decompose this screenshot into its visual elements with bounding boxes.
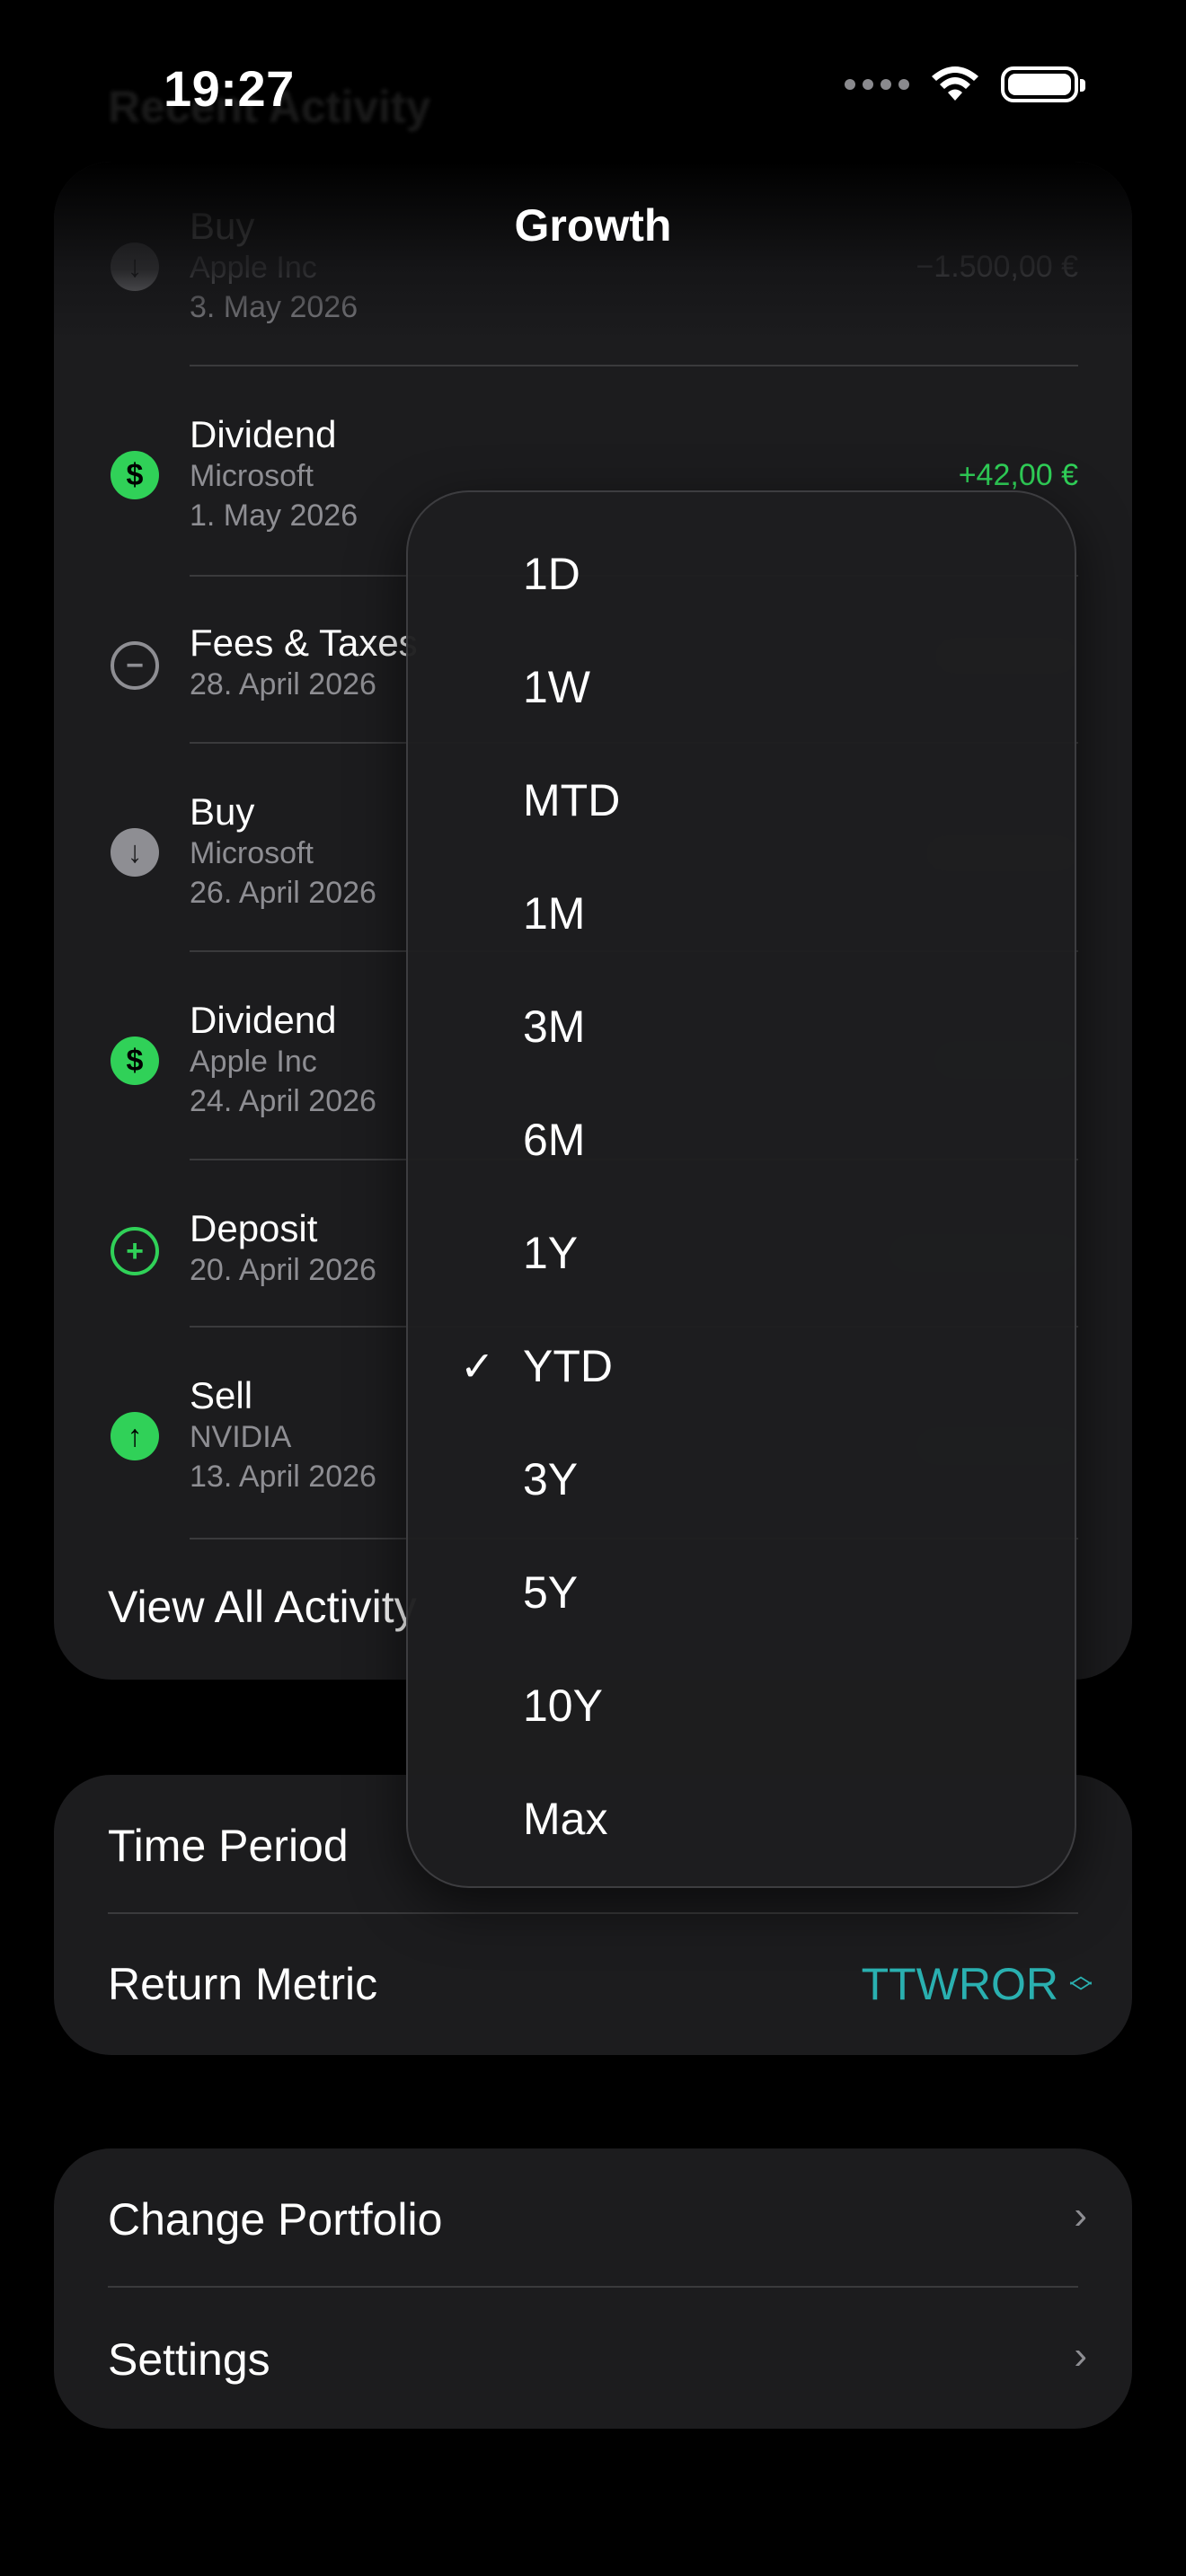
return-metric-label: Return Metric (108, 1959, 378, 2009)
status-icons (845, 65, 1085, 104)
time-period-option[interactable]: 3Y (408, 1423, 1075, 1536)
activity-title: Dividend (190, 999, 337, 1041)
arrow-down-icon: ↓ (111, 828, 159, 877)
plus-circle-icon: + (111, 1227, 159, 1275)
time-period-option[interactable]: 10Y (408, 1649, 1075, 1762)
activity-title: Sell (190, 1374, 253, 1416)
chevron-up-down-icon: ︿ ﹀ (1068, 1962, 1093, 2007)
cellular-signal-icon (845, 79, 909, 90)
time-period-option-label: 5Y (523, 1567, 579, 1618)
time-period-option-label: 1D (523, 549, 580, 599)
time-period-menu[interactable]: 1D 1W MTD 1M 3M 6M 1Y ✓ YTD 3Y 5Y 10Y Max (406, 490, 1076, 1888)
activity-date: 26. April 2026 (190, 876, 376, 910)
return-metric-value: TTWROR (861, 1959, 1058, 2009)
divider (108, 1912, 1078, 1914)
dollar-icon: $ (111, 451, 159, 499)
activity-date: 24. April 2026 (190, 1084, 376, 1118)
settings-row[interactable]: Settings (108, 2333, 270, 2386)
arrow-up-icon: ↑ (111, 1412, 159, 1460)
time-period-option-label: Max (523, 1794, 608, 1844)
time-period-option[interactable]: 6M (408, 1083, 1075, 1196)
checkmark-icon: ✓ (460, 1343, 495, 1389)
activity-text: Buy Microsoft 26. April 2026 (190, 790, 376, 913)
faded-section-heading: Recent Activity (108, 82, 431, 132)
activity-text: Dividend Apple Inc 24. April 2026 (190, 999, 376, 1121)
time-period-option-label: 1M (523, 888, 586, 939)
time-period-option[interactable]: 1D (408, 517, 1075, 631)
activity-title: Dividend (190, 413, 337, 455)
activity-subtitle: NVIDIA (190, 1420, 292, 1454)
activity-title: Deposit (190, 1207, 318, 1249)
nav-title: Growth (514, 200, 672, 251)
time-period-option-label: MTD (523, 775, 621, 825)
navigation-card (54, 2148, 1132, 2429)
return-metric-picker[interactable]: TTWROR ︿ ﹀ (862, 1958, 1093, 2010)
time-period-option[interactable]: 1Y (408, 1196, 1075, 1310)
time-period-label[interactable]: Time Period (108, 1820, 349, 1872)
time-period-option-label: 10Y (523, 1681, 603, 1731)
wifi-icon (932, 66, 978, 101)
activity-text: Fees & Taxes 28. April 2026 (190, 622, 418, 704)
time-period-option[interactable]: 1W (408, 631, 1075, 744)
view-all-activity-link[interactable]: View All Activity (108, 1581, 417, 1633)
time-period-option[interactable]: ✓ YTD (408, 1310, 1075, 1423)
time-period-option[interactable]: 5Y (408, 1536, 1075, 1649)
chevron-right-icon: › (1074, 2333, 1087, 2378)
activity-title: Fees & Taxes (190, 622, 418, 664)
change-portfolio-row[interactable]: Change Portfolio (108, 2193, 442, 2245)
time-period-option[interactable]: MTD (408, 744, 1075, 857)
time-period-option[interactable]: 3M (408, 970, 1075, 1083)
activity-title: Buy (190, 790, 255, 833)
header-blur-overlay (54, 162, 1132, 341)
activity-date: 28. April 2026 (190, 667, 376, 701)
activity-subtitle: Microsoft (190, 459, 314, 493)
time-period-option-label: 1Y (523, 1228, 579, 1278)
divider (190, 365, 1078, 366)
dollar-icon: $ (111, 1037, 159, 1085)
activity-text: Deposit 20. April 2026 (190, 1207, 376, 1290)
activity-subtitle: Apple Inc (190, 1045, 317, 1079)
battery-icon (1001, 66, 1085, 102)
time-period-option-label: 3Y (523, 1454, 579, 1504)
time-period-option[interactable]: Max (408, 1762, 1075, 1875)
time-period-option-label: YTD (523, 1341, 613, 1391)
minus-circle-icon: − (111, 641, 159, 690)
divider (108, 2286, 1078, 2288)
time-period-option-label: 1W (523, 662, 590, 712)
time-period-option-label: 3M (523, 1001, 586, 1052)
activity-date: 1. May 2026 (190, 498, 358, 533)
time-period-option[interactable]: 1M (408, 857, 1075, 970)
time-period-option-label: 6M (523, 1115, 586, 1165)
activity-text: Sell NVIDIA 13. April 2026 (190, 1374, 376, 1496)
activity-subtitle: Microsoft (190, 836, 314, 870)
activity-amount: +42,00 € (958, 458, 1078, 492)
activity-date: 20. April 2026 (190, 1253, 376, 1287)
chevron-right-icon: › (1074, 2193, 1087, 2237)
activity-date: 13. April 2026 (190, 1460, 376, 1494)
activity-text: Dividend Microsoft 1. May 2026 (190, 413, 358, 535)
